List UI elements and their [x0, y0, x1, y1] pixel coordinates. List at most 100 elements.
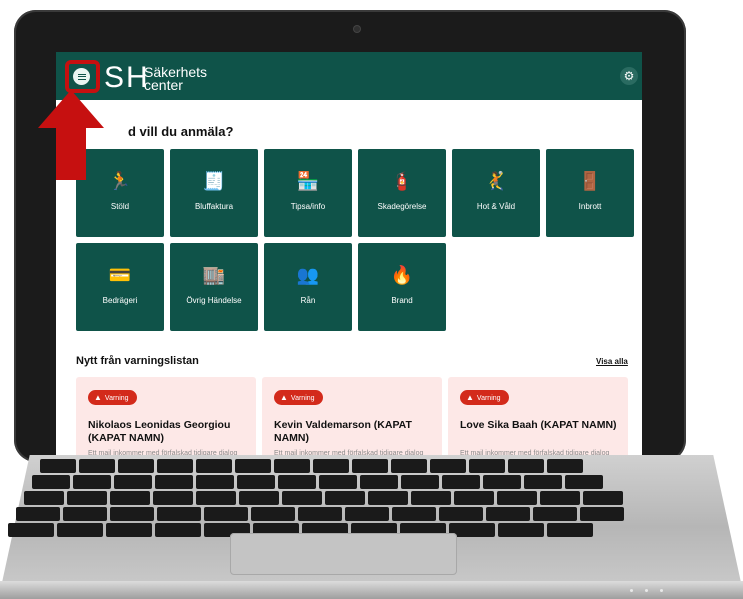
- badge-label: Varning: [476, 395, 501, 402]
- warning-triangle-icon: ▲: [94, 393, 102, 402]
- tile-label: Bluffaktura: [194, 202, 234, 211]
- tile-skadegorelse[interactable]: 🧯 Skadegörelse: [358, 149, 446, 237]
- keyboard-key: [251, 507, 295, 521]
- keyboard-key: [430, 459, 466, 473]
- webcam-icon: [354, 26, 360, 32]
- robbery-icon: 👥: [296, 265, 320, 285]
- keyboard-key: [204, 507, 248, 521]
- tile-label: Hot & Våld: [476, 202, 516, 211]
- keyboard-key: [483, 475, 521, 489]
- laptop-keyboard-deck: [0, 455, 743, 599]
- keyboard-key: [196, 475, 234, 489]
- see-all-link[interactable]: Visa alla: [596, 357, 628, 366]
- laptop-lid: SH Säkerhets center ⚙ d vill du anmäla? …: [14, 10, 686, 470]
- keyboard-key: [497, 491, 537, 505]
- store-icon: 🏬: [202, 265, 226, 285]
- keyboard-key: [118, 459, 154, 473]
- warnings-section-title: Nytt från varningslistan: [76, 355, 199, 367]
- keyboard-key: [24, 491, 64, 505]
- keyboard-key: [67, 491, 107, 505]
- keyboard-key: [110, 491, 150, 505]
- door-break-in-icon: 🚪: [578, 171, 602, 191]
- badge-label: Varning: [104, 395, 129, 402]
- keyboard-key: [313, 459, 349, 473]
- keyboard-key: [155, 523, 201, 537]
- tile-inbrott[interactable]: 🚪 Inbrott: [546, 149, 634, 237]
- keyboard-key: [580, 507, 624, 521]
- keyboard-key: [110, 507, 154, 521]
- keyboard-key: [368, 491, 408, 505]
- keyboard-key: [298, 507, 342, 521]
- app-screen: SH Säkerhets center ⚙ d vill du anmäla? …: [56, 52, 642, 470]
- keyboard-key: [106, 523, 152, 537]
- keyboard-key: [565, 475, 603, 489]
- keyboard-key: [32, 475, 70, 489]
- keyboard-key: [498, 523, 544, 537]
- keyboard-key: [319, 475, 357, 489]
- keyboard-key: [533, 507, 577, 521]
- card-title: Kevin Valdemarson (KAPAT NAMN): [274, 419, 412, 444]
- keyboard-key: [79, 459, 115, 473]
- keyboard-key: [469, 459, 505, 473]
- tile-ovrig-handelse[interactable]: 🏬 Övrig Händelse: [170, 243, 258, 331]
- tile-bluffaktura[interactable]: 🧾 Bluffaktura: [170, 149, 258, 237]
- keyboard-key: [239, 491, 279, 505]
- keyboard-key: [583, 491, 623, 505]
- spray-can-icon: 🧯: [390, 171, 414, 191]
- tile-label: Brand: [391, 296, 413, 305]
- keyboard-key: [157, 507, 201, 521]
- keyboard-key: [196, 459, 232, 473]
- keyboard-key: [325, 491, 365, 505]
- tile-ran[interactable]: 👥 Rån: [264, 243, 352, 331]
- threat-icon: 🤾: [484, 171, 508, 191]
- card-fraud-icon: 💳: [108, 265, 132, 285]
- card-title: Love Sika Baah (KAPAT NAMN): [460, 419, 617, 431]
- indicator-lights: [630, 589, 680, 593]
- warning-badge: ▲ Varning: [274, 390, 323, 405]
- keyboard-key: [524, 475, 562, 489]
- red-arrow-up-icon: [38, 90, 104, 180]
- keyboard-key: [237, 475, 275, 489]
- page-title: d vill du anmäla?: [128, 124, 234, 139]
- tile-label: Stöld: [110, 202, 130, 211]
- keyboard-key: [547, 459, 583, 473]
- keyboard-key: [8, 523, 54, 537]
- tile-label: Övrig Händelse: [186, 296, 242, 305]
- keyboard-key: [411, 491, 451, 505]
- keyboard-key: [40, 459, 76, 473]
- tile-bedrageri[interactable]: 💳 Bedrägeri: [76, 243, 164, 331]
- keyboard-key: [235, 459, 271, 473]
- keyboard-key: [196, 491, 236, 505]
- badge-label: Varning: [290, 395, 315, 402]
- keyboard-key: [391, 459, 427, 473]
- keyboard-key: [282, 491, 322, 505]
- keyboard-key: [442, 475, 480, 489]
- keyboard-key: [274, 459, 310, 473]
- keyboard-key: [16, 507, 60, 521]
- menu-highlight-box: [65, 60, 100, 93]
- keyboard-key: [540, 491, 580, 505]
- card-title: Nikolaos Leonidas Georgiou (KAPAT NAMN): [88, 419, 231, 444]
- keyboard-key: [547, 523, 593, 537]
- tile-label: Skadegörelse: [377, 202, 427, 211]
- keyboard-key: [278, 475, 316, 489]
- warning-badge: ▲ Varning: [460, 390, 509, 405]
- gear-icon[interactable]: ⚙: [620, 67, 638, 85]
- keyboard-key: [155, 475, 193, 489]
- keyboard-key: [392, 507, 436, 521]
- tile-hot-vald[interactable]: 🤾 Hot & Våld: [452, 149, 540, 237]
- tile-tipsa-info[interactable]: 🏪 Tipsa/info: [264, 149, 352, 237]
- keyboard-key: [352, 459, 388, 473]
- warning-triangle-icon: ▲: [280, 393, 288, 402]
- keyboard-key: [454, 491, 494, 505]
- tile-brand[interactable]: 🔥 Brand: [358, 243, 446, 331]
- keyboard-key: [153, 491, 193, 505]
- top-bar: SH Säkerhets center ⚙: [56, 52, 642, 100]
- tile-label: Rån: [300, 296, 316, 305]
- tile-label: Inbrott: [578, 202, 602, 211]
- keyboard-key: [73, 475, 111, 489]
- keyboard-key: [401, 475, 439, 489]
- trackpad: [230, 533, 457, 575]
- keyboard-key: [508, 459, 544, 473]
- keyboard-key: [157, 459, 193, 473]
